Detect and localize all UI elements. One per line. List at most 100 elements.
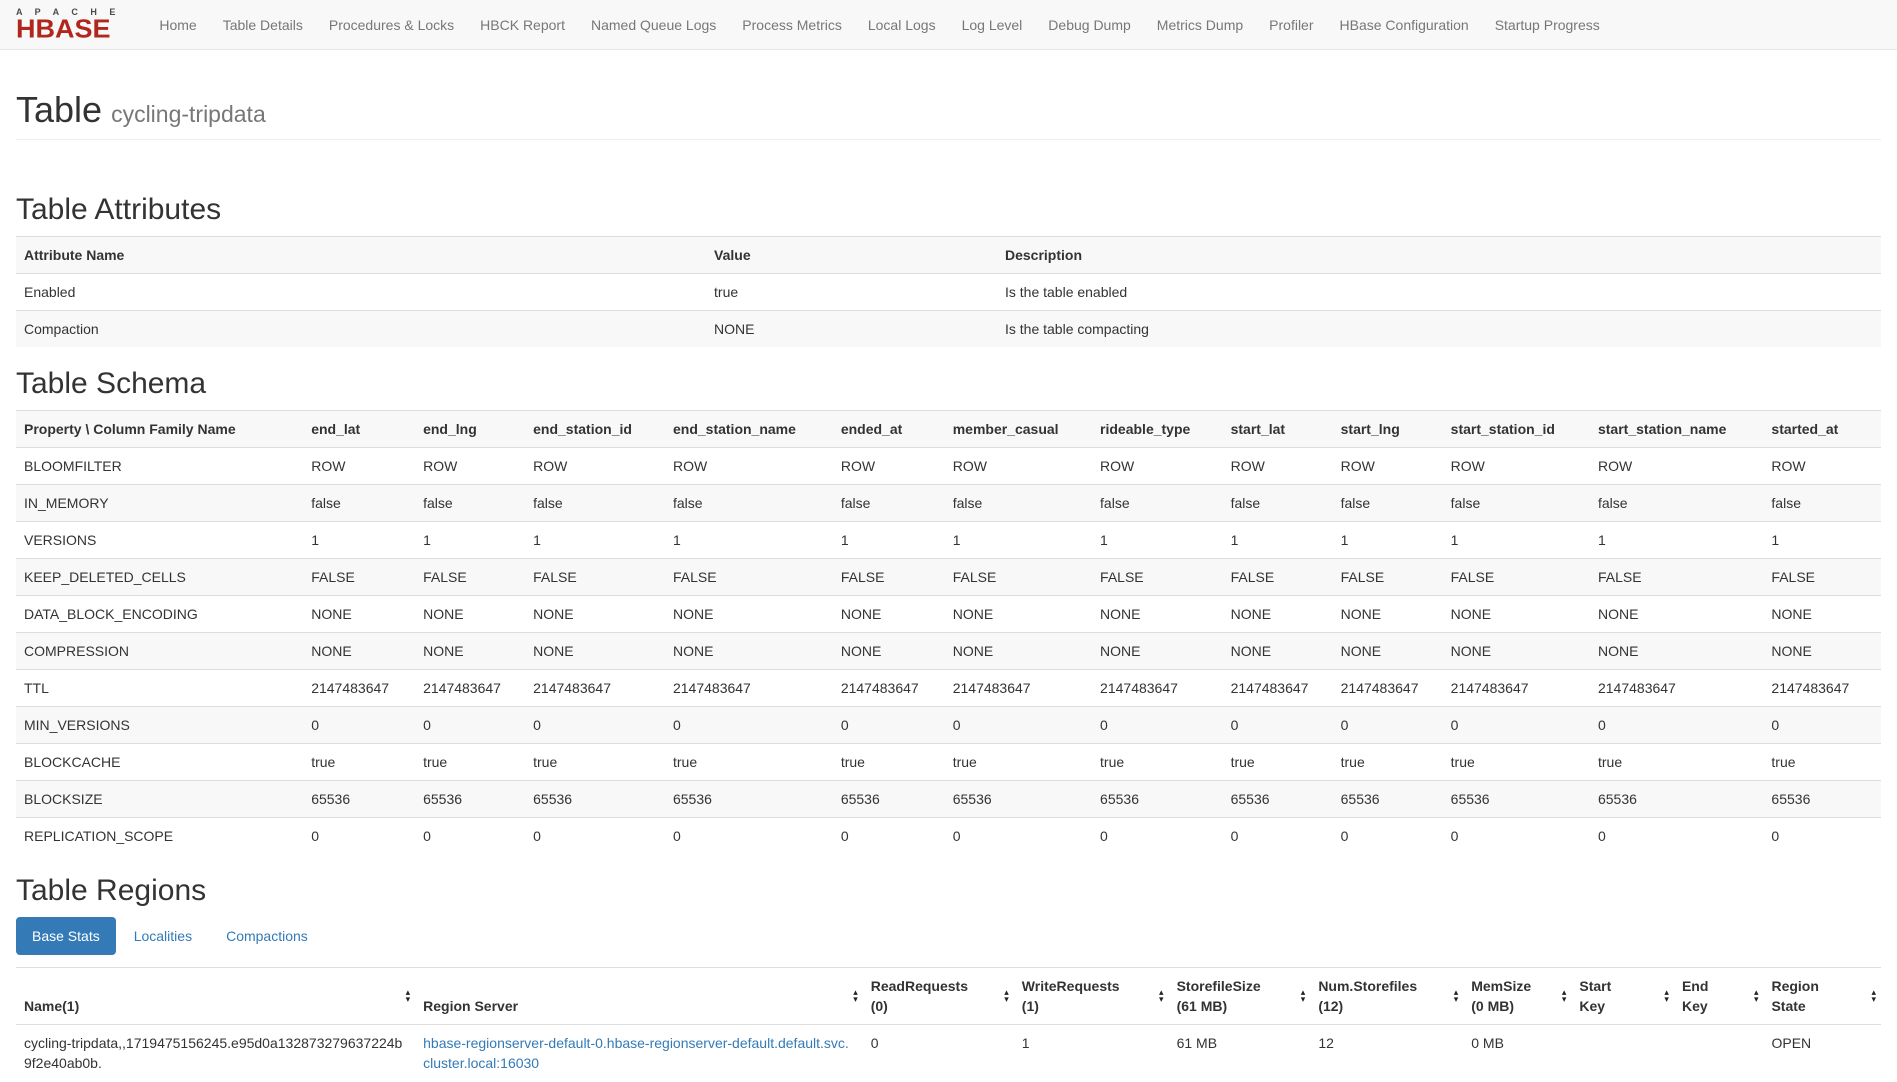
regions-col-storefilesize-61-mb[interactable]: StorefileSize (61 MB)▴▾ [1169, 967, 1311, 1024]
schema-property-value: true [945, 743, 1092, 780]
regions-col-num-storefiles-12[interactable]: Num.Storefiles (12)▴▾ [1310, 967, 1463, 1024]
schema-property-value: 2147483647 [945, 669, 1092, 706]
schema-family-start-lat: start_lat [1223, 410, 1333, 447]
schema-property-value: 2147483647 [525, 669, 665, 706]
schema-property-value: 65536 [833, 780, 945, 817]
schema-property-value: false [833, 484, 945, 521]
attribute-name: Enabled [16, 273, 706, 310]
schema-property-name: DATA_BLOCK_ENCODING [16, 595, 303, 632]
schema-property-value: false [415, 484, 525, 521]
attributes-col-value: Value [706, 236, 997, 273]
schema-property-value: 0 [415, 817, 525, 854]
tab-base-stats[interactable]: Base Stats [16, 917, 116, 955]
schema-row-versions: VERSIONS111111111111 [16, 521, 1881, 558]
schema-property-value: 2147483647 [1763, 669, 1881, 706]
nav-item-named-queue-logs[interactable]: Named Queue Logs [578, 0, 729, 50]
schema-property-value: 1 [525, 521, 665, 558]
schema-property-value: false [1092, 484, 1223, 521]
schema-property-value: ROW [1590, 447, 1763, 484]
schema-property-value: 65536 [1223, 780, 1333, 817]
schema-property-value: 65536 [1333, 780, 1443, 817]
nav-item-debug-dump[interactable]: Debug Dump [1035, 0, 1144, 50]
region-server-link[interactable]: hbase-regionserver-default-0.hbase-regio… [423, 1035, 849, 1071]
regions-col-readrequests-0[interactable]: ReadRequests (0)▴▾ [863, 967, 1014, 1024]
schema-property-value: NONE [1590, 595, 1763, 632]
sort-icon: ▴▾ [1664, 989, 1669, 1003]
sort-down-arrow: ▾ [1004, 996, 1009, 1003]
schema-property-value: 0 [525, 817, 665, 854]
region-name: cycling-tripdata,,1719475156245.e95d0a13… [16, 1024, 415, 1081]
schema-family-started-at: started_at [1763, 410, 1881, 447]
tab-localities[interactable]: Localities [118, 917, 208, 955]
region-end-key [1674, 1024, 1764, 1081]
regions-tabs: Base StatsLocalitiesCompactions [16, 917, 1881, 955]
schema-property-value: 0 [1443, 706, 1590, 743]
schema-property-value: FALSE [525, 558, 665, 595]
schema-property-value: NONE [1223, 632, 1333, 669]
regions-col-region-server[interactable]: Region Server▴▾ [415, 967, 863, 1024]
regions-col-label: Num.Storefiles (12) [1318, 978, 1417, 1014]
schema-property-value: 65536 [1092, 780, 1223, 817]
nav-item-startup-progress[interactable]: Startup Progress [1482, 0, 1613, 50]
schema-property-value: 1 [1590, 521, 1763, 558]
schema-property-value: 65536 [665, 780, 833, 817]
nav-item-home[interactable]: Home [146, 0, 209, 50]
nav-item-table-details[interactable]: Table Details [210, 0, 316, 50]
sort-down-arrow: ▾ [1871, 996, 1876, 1003]
regions-header-row: Name(1)▴▾Region Server▴▾ReadRequests (0)… [16, 967, 1881, 1024]
regions-col-end-key[interactable]: End Key▴▾ [1674, 967, 1764, 1024]
schema-property-value: FALSE [415, 558, 525, 595]
regions-col-name-1[interactable]: Name(1)▴▾ [16, 967, 415, 1024]
schema-property-value: NONE [665, 595, 833, 632]
regions-col-label: End Key [1682, 978, 1708, 1014]
nav-item-procedures-locks[interactable]: Procedures & Locks [316, 0, 467, 50]
schema-body: BLOOMFILTERROWROWROWROWROWROWROWROWROWRO… [16, 447, 1881, 854]
regions-col-memsize-0-mb[interactable]: MemSize (0 MB)▴▾ [1463, 967, 1571, 1024]
schema-property-value: 2147483647 [1333, 669, 1443, 706]
schema-property-value: true [525, 743, 665, 780]
nav-item-profiler[interactable]: Profiler [1256, 0, 1326, 50]
nav-item-process-metrics[interactable]: Process Metrics [729, 0, 855, 50]
schema-property-value: 0 [1223, 706, 1333, 743]
schema-property-value: true [833, 743, 945, 780]
regions-col-label: Region Server [423, 998, 518, 1014]
schema-property-value: 2147483647 [415, 669, 525, 706]
schema-property-value: 0 [1590, 817, 1763, 854]
schema-property-value: ROW [1333, 447, 1443, 484]
schema-property-value: false [525, 484, 665, 521]
schema-property-value: NONE [415, 595, 525, 632]
hbase-logo[interactable]: A P A C H E HBASE [16, 8, 120, 41]
schema-property-value: 2147483647 [665, 669, 833, 706]
schema-row-blocksize: BLOCKSIZE6553665536655366553665536655366… [16, 780, 1881, 817]
attributes-col-attribute-name: Attribute Name [16, 236, 706, 273]
schema-property-value: 0 [1590, 706, 1763, 743]
hbase-logo-hbase-text: HBASE [16, 19, 120, 41]
nav-item-hbase-configuration[interactable]: HBase Configuration [1327, 0, 1482, 50]
schema-property-value: ROW [1223, 447, 1333, 484]
schema-property-value: NONE [945, 632, 1092, 669]
schema-property-value: false [1590, 484, 1763, 521]
schema-property-value: 0 [1763, 817, 1881, 854]
attributes-col-description: Description [997, 236, 1881, 273]
regions-col-region-state[interactable]: Region State▴▾ [1763, 967, 1881, 1024]
schema-property-value: NONE [525, 595, 665, 632]
nav-item-log-level[interactable]: Log Level [949, 0, 1036, 50]
region-num-storefiles: 12 [1310, 1024, 1463, 1081]
attribute-row-enabled: EnabledtrueIs the table enabled [16, 273, 1881, 310]
schema-property-value: NONE [525, 632, 665, 669]
nav-item-metrics-dump[interactable]: Metrics Dump [1144, 0, 1256, 50]
schema-row-compression: COMPRESSIONNONENONENONENONENONENONENONEN… [16, 632, 1881, 669]
nav-item-local-logs[interactable]: Local Logs [855, 0, 949, 50]
page-subtitle: cycling-tripdata [111, 101, 266, 127]
tab-compactions[interactable]: Compactions [210, 917, 324, 955]
attribute-value: true [706, 273, 997, 310]
table-schema-heading: Table Schema [16, 367, 1881, 400]
schema-property-value: 0 [525, 706, 665, 743]
regions-col-writerequests-1[interactable]: WriteRequests (1)▴▾ [1014, 967, 1169, 1024]
nav-item-hbck-report[interactable]: HBCK Report [467, 0, 578, 50]
schema-property-value: false [303, 484, 415, 521]
table-attributes-table: Attribute NameValueDescription Enabledtr… [16, 236, 1881, 347]
schema-property-value: FALSE [833, 558, 945, 595]
regions-col-start-key[interactable]: Start Key▴▾ [1571, 967, 1674, 1024]
schema-property-value: false [1443, 484, 1590, 521]
